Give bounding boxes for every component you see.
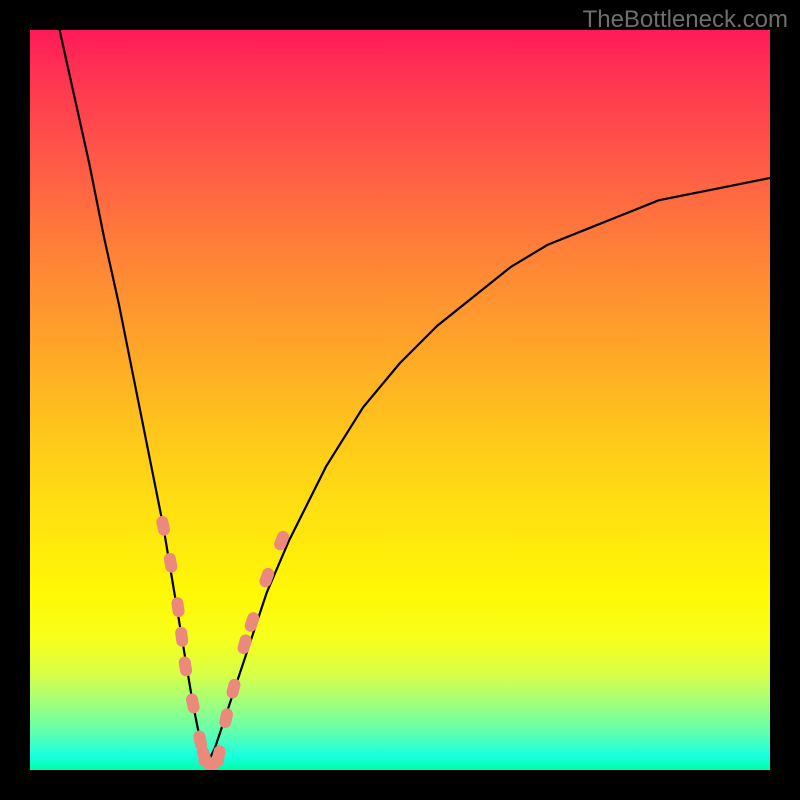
marker-point	[175, 626, 189, 647]
marker-point	[163, 552, 178, 574]
marker-point	[155, 515, 171, 537]
chart-frame: TheBottleneck.com	[0, 0, 800, 800]
marker-group	[155, 515, 291, 770]
marker-point	[171, 596, 186, 618]
bottleneck-curve	[60, 30, 770, 763]
marker-point	[225, 677, 241, 699]
marker-point	[178, 656, 193, 678]
plot-area	[30, 30, 770, 770]
curve-right-branch	[208, 178, 770, 763]
marker-point	[258, 566, 276, 589]
chart-svg	[30, 30, 770, 770]
curve-left-branch	[60, 30, 208, 763]
marker-point	[243, 611, 261, 634]
marker-point	[218, 707, 234, 729]
marker-point	[236, 633, 253, 655]
marker-point	[185, 692, 201, 714]
